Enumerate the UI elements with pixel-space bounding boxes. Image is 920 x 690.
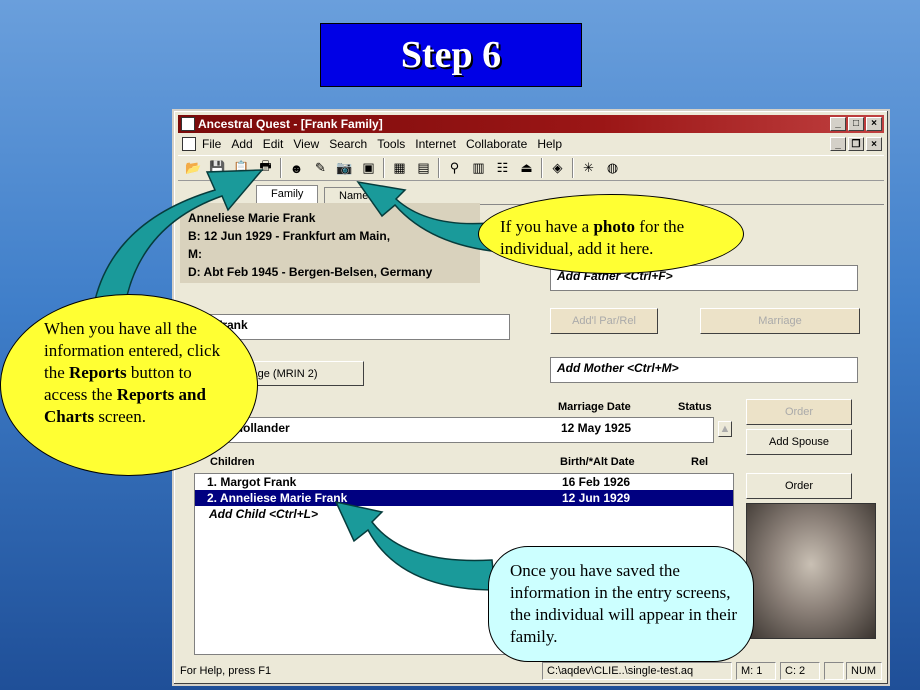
reports-callout: When you have all the information entere… bbox=[44, 319, 221, 426]
photo-callout: If you have a photo for the individual, … bbox=[500, 217, 685, 258]
photo-bold: photo bbox=[593, 217, 636, 236]
saved-callout: Once you have saved the information in t… bbox=[510, 561, 738, 646]
arrow-to-reports bbox=[94, 169, 264, 306]
arrow-to-child bbox=[334, 500, 496, 591]
arrow-to-camera bbox=[356, 180, 501, 253]
reports-bold: Reports bbox=[69, 363, 127, 382]
